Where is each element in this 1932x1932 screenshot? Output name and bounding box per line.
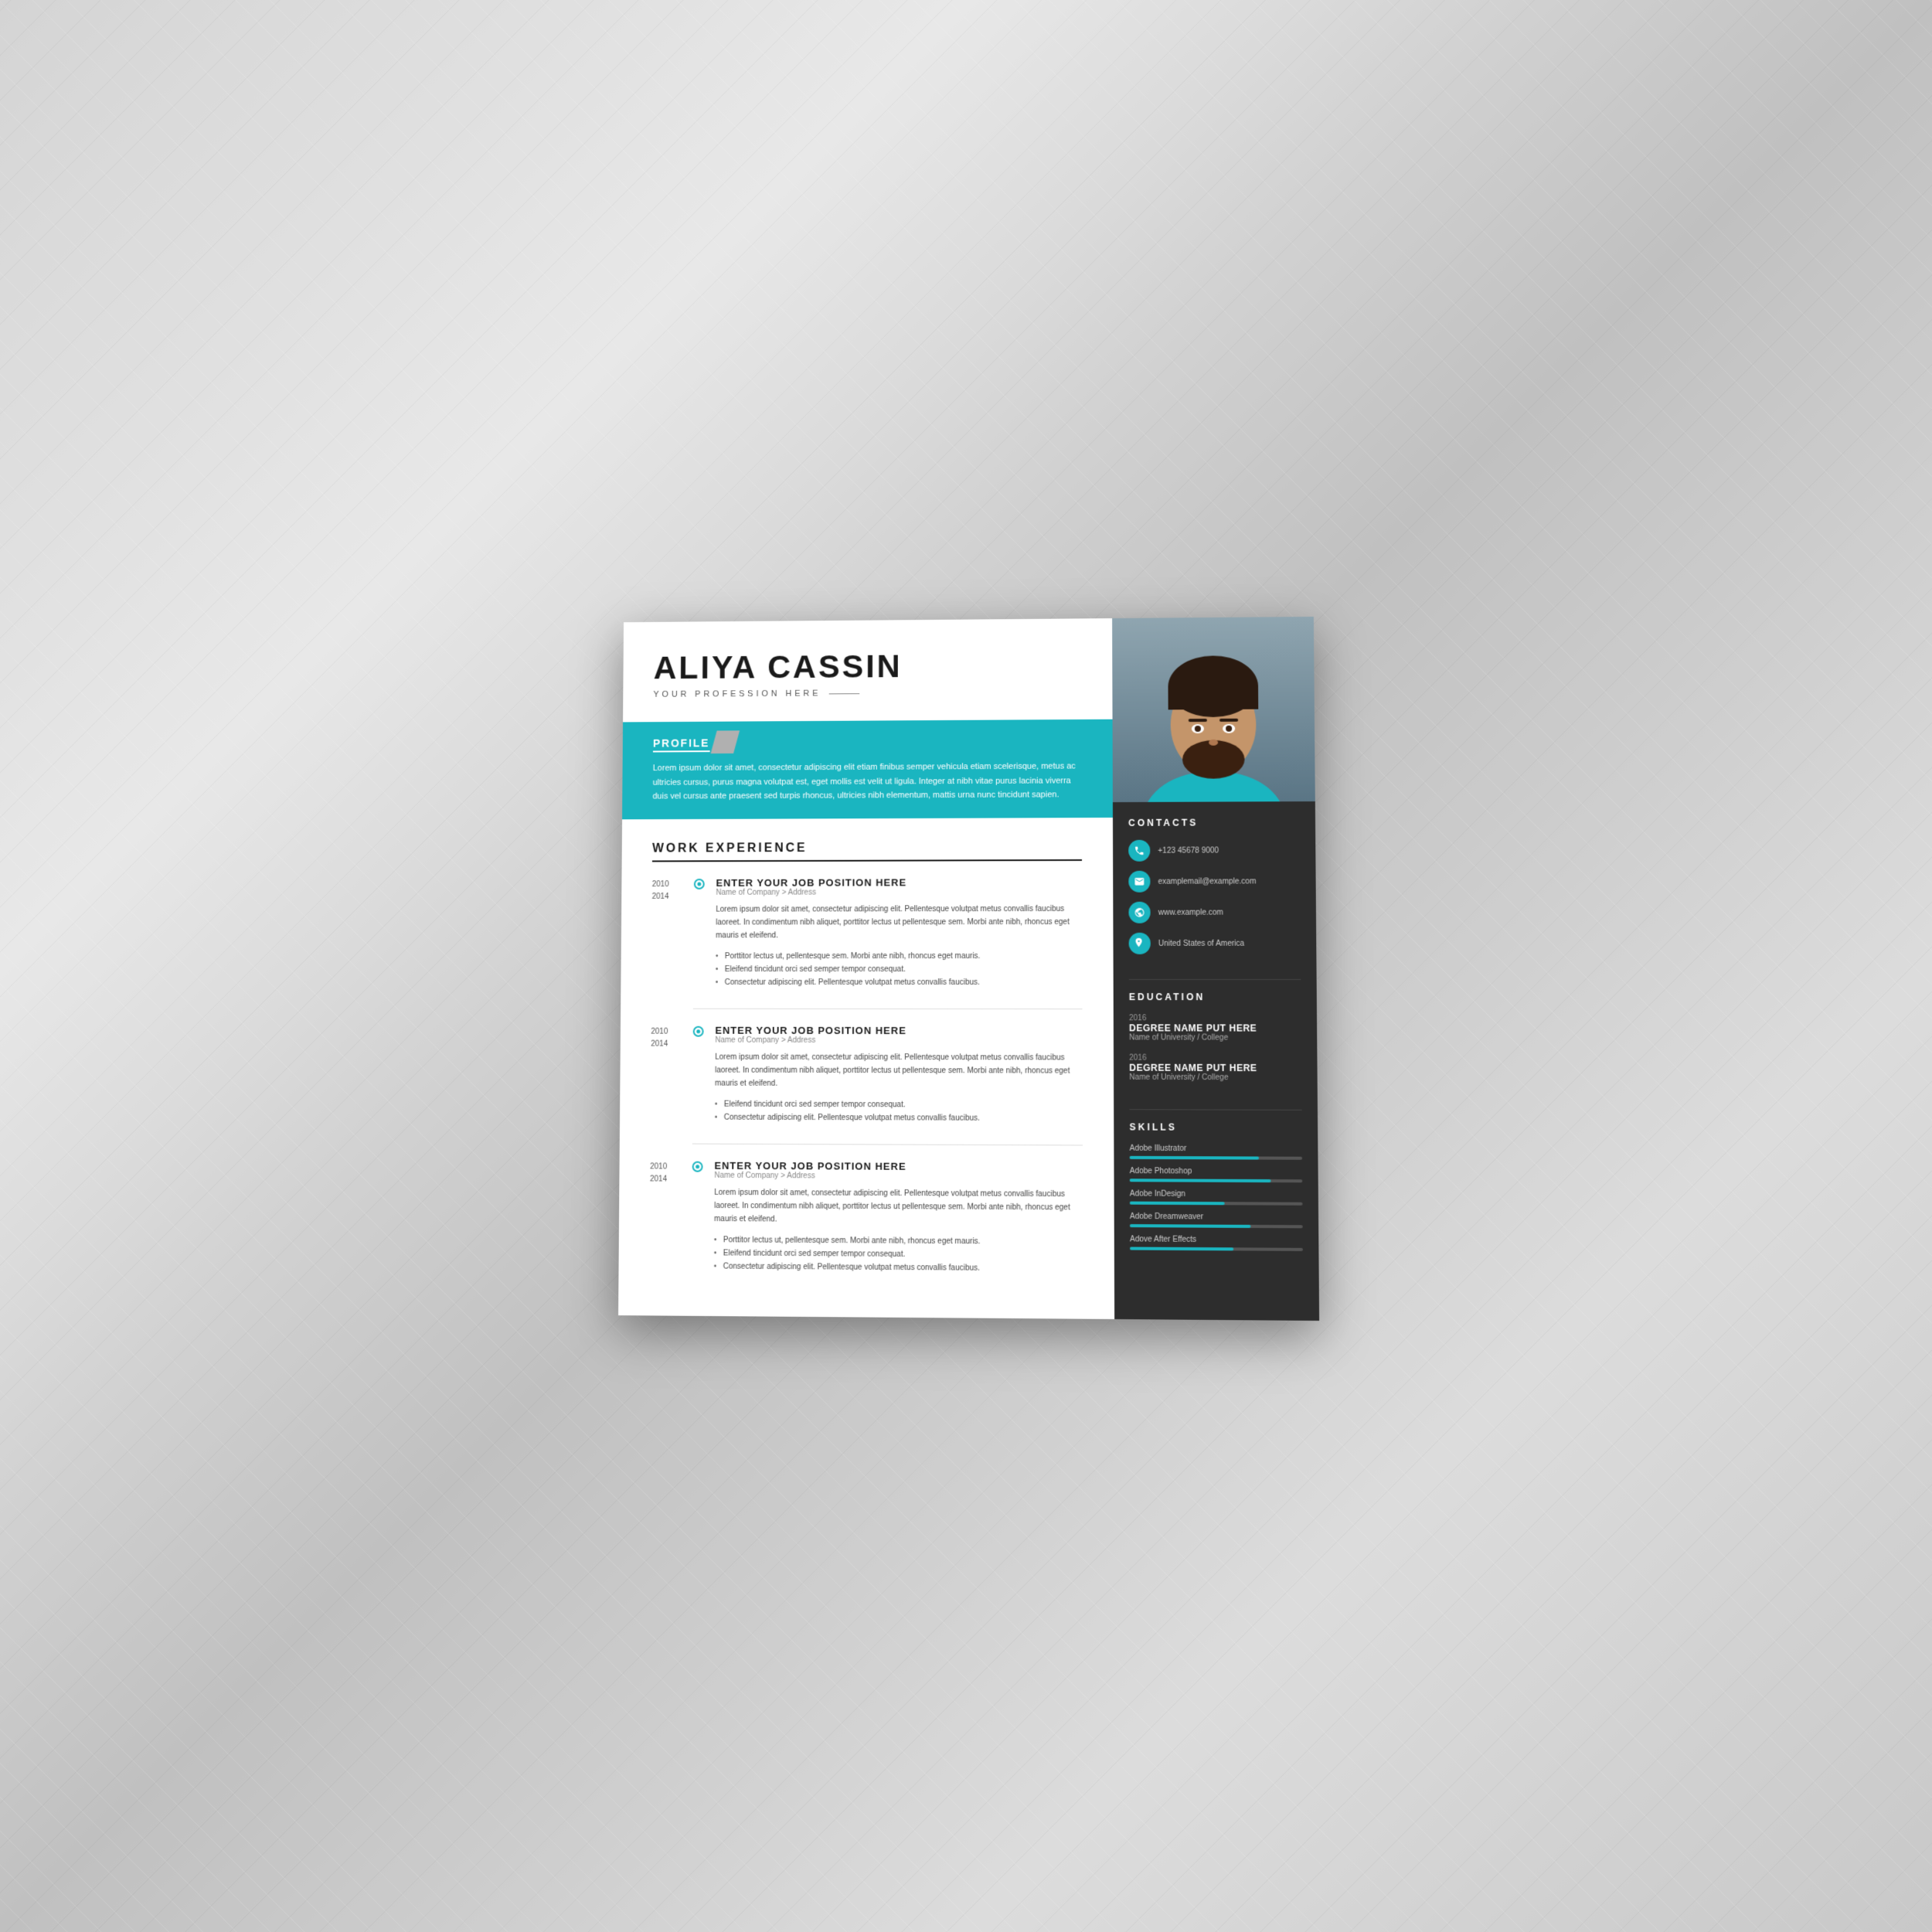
- profile-text: Lorem ipsum dolor sit amet, consectetur …: [652, 760, 1081, 804]
- phone-icon: [1128, 840, 1150, 862]
- right-divider-1: [1129, 979, 1301, 980]
- skill-item: Adobe InDesign: [1130, 1189, 1303, 1205]
- bullet-item: Eleifend tincidunt orci sed semper tempo…: [715, 1098, 1083, 1112]
- skill-name: Adobe Dreamweaver: [1130, 1213, 1303, 1222]
- contacts-title: CONTACTS: [1128, 817, 1300, 828]
- skill-name: Adobe Illustrator: [1130, 1145, 1302, 1154]
- bullet-item: Consectetur adipiscing elit. Pellentesqu…: [716, 976, 1083, 989]
- resume-document: ALIYA CASSIN YOUR PROFESSION HERE PROFIL…: [618, 617, 1319, 1321]
- job-title: ENTER YOUR JOB POSITION HERE: [715, 1025, 1082, 1037]
- skill-bar-bg: [1130, 1156, 1302, 1160]
- left-column: ALIYA CASSIN YOUR PROFESSION HERE PROFIL…: [618, 618, 1114, 1319]
- job-title: ENTER YOUR JOB POSITION HERE: [716, 876, 1082, 889]
- profile-photo: [1112, 617, 1315, 802]
- education-title: EDUCATION: [1129, 992, 1301, 1002]
- edu-entry: 2016 DEGREE NAME PUT HERE Name of Univer…: [1129, 1054, 1301, 1083]
- web-icon: [1128, 902, 1150, 923]
- skill-bar-fill: [1130, 1224, 1250, 1228]
- skill-name: Adobe Photoshop: [1130, 1167, 1303, 1176]
- email-icon: [1128, 871, 1150, 893]
- job-entry: 2010 2014 ENTER YOUR JOB POSITION HERE N…: [651, 1025, 1083, 1126]
- job-entry: 2010 2014 ENTER YOUR JOB POSITION HERE N…: [649, 1159, 1083, 1275]
- edu-entry: 2016 DEGREE NAME PUT HERE Name of Univer…: [1129, 1014, 1301, 1043]
- job-company: Name of Company > Address: [714, 1172, 1083, 1182]
- job-bullets: Porttitor lectus ut, pellentesque sem. M…: [714, 1233, 1083, 1276]
- contact-location: United States of America: [1129, 933, 1301, 954]
- right-column: CONTACTS +123 45678 9000: [1112, 617, 1319, 1321]
- profile-label: PROFILE: [653, 736, 709, 752]
- job-entry: 2010 2014 ENTER YOUR JOB POSITION HERE N…: [651, 876, 1083, 989]
- bullet-item: Consectetur adipiscing elit. Pellentesqu…: [715, 1111, 1083, 1126]
- email-text: examplemail@example.com: [1158, 877, 1257, 886]
- edu-school: Name of University / College: [1129, 1033, 1301, 1042]
- skill-bar-fill: [1130, 1202, 1225, 1206]
- bullet-item: Consectetur adipiscing elit. Pellentesqu…: [714, 1260, 1083, 1275]
- skill-name: Adove After Effects: [1130, 1235, 1303, 1245]
- phone-text: +123 45678 9000: [1158, 846, 1219, 855]
- job-dot: [692, 1162, 703, 1172]
- job-desc: Lorem ipsum dolor sit amet, consectetur …: [714, 1186, 1083, 1228]
- skill-bar-bg: [1130, 1179, 1303, 1182]
- edu-year: 2016: [1129, 1054, 1301, 1063]
- header-section: ALIYA CASSIN YOUR PROFESSION HERE: [623, 618, 1112, 715]
- job-bullets: Eleifend tincidunt orci sed semper tempo…: [715, 1098, 1083, 1126]
- job-company: Name of Company > Address: [715, 1036, 1082, 1046]
- candidate-profession: YOUR PROFESSION HERE: [653, 687, 1081, 699]
- skill-item: Adobe Photoshop: [1130, 1167, 1303, 1182]
- skill-name: Adobe InDesign: [1130, 1189, 1303, 1199]
- skills-section: SKILLS Adobe Illustrator Adobe Photoshop…: [1114, 1121, 1318, 1274]
- skill-item: Adove After Effects: [1130, 1235, 1303, 1251]
- job-years: 2010 2014: [651, 877, 682, 989]
- right-divider-2: [1129, 1109, 1301, 1111]
- job-content: ENTER YOUR JOB POSITION HERE Name of Com…: [716, 876, 1083, 989]
- skill-bar-bg: [1130, 1247, 1303, 1250]
- contact-email: examplemail@example.com: [1128, 870, 1300, 893]
- profile-section: PROFILE Lorem ipsum dolor sit amet, cons…: [622, 719, 1113, 820]
- skill-bar-bg: [1130, 1224, 1303, 1228]
- job-years: 2010 2014: [651, 1025, 682, 1124]
- job-content: ENTER YOUR JOB POSITION HERE Name of Com…: [714, 1160, 1083, 1276]
- job-content: ENTER YOUR JOB POSITION HERE Name of Com…: [715, 1025, 1083, 1125]
- contacts-section: CONTACTS +123 45678 9000: [1113, 801, 1317, 975]
- job-company: Name of Company > Address: [716, 888, 1082, 897]
- profile-decorator: [711, 730, 740, 753]
- edu-year: 2016: [1129, 1014, 1301, 1022]
- location-icon: [1129, 933, 1151, 954]
- job-divider: [692, 1144, 1083, 1146]
- job-dot: [694, 879, 705, 889]
- candidate-name: ALIYA CASSIN: [654, 649, 1082, 684]
- edu-school: Name of University / College: [1129, 1073, 1301, 1083]
- contact-web: www.example.com: [1128, 901, 1300, 923]
- work-section-title: WORK EXPERIENCE: [652, 841, 1082, 862]
- contact-phone: +123 45678 9000: [1128, 839, 1300, 862]
- edu-degree: DEGREE NAME PUT HERE: [1129, 1022, 1301, 1033]
- skill-bar-fill: [1130, 1156, 1259, 1160]
- skill-bar-fill: [1130, 1179, 1271, 1182]
- skill-bar-fill: [1130, 1247, 1233, 1250]
- photo-placeholder: [1112, 617, 1315, 802]
- job-years: 2010 2014: [649, 1159, 681, 1273]
- location-text: United States of America: [1158, 939, 1244, 947]
- bullet-item: Porttitor lectus ut, pellentesque sem. M…: [716, 950, 1082, 963]
- edu-degree: DEGREE NAME PUT HERE: [1129, 1063, 1301, 1074]
- job-desc: Lorem ipsum dolor sit amet, consectetur …: [716, 903, 1082, 942]
- job-dot: [693, 1026, 704, 1037]
- work-section: WORK EXPERIENCE 2010 2014 ENTER YOUR JOB…: [618, 818, 1114, 1319]
- skill-item: Adobe Dreamweaver: [1130, 1213, 1303, 1229]
- education-section: EDUCATION 2016 DEGREE NAME PUT HERE Name…: [1114, 992, 1318, 1106]
- web-text: www.example.com: [1158, 908, 1223, 917]
- job-desc: Lorem ipsum dolor sit amet, consectetur …: [715, 1051, 1083, 1091]
- skill-item: Adobe Illustrator: [1130, 1145, 1302, 1160]
- skill-bar-bg: [1130, 1202, 1303, 1206]
- job-bullets: Porttitor lectus ut, pellentesque sem. M…: [716, 950, 1083, 989]
- skills-title: SKILLS: [1129, 1121, 1301, 1133]
- bullet-item: Eleifend tincidunt orci sed semper tempo…: [716, 963, 1083, 976]
